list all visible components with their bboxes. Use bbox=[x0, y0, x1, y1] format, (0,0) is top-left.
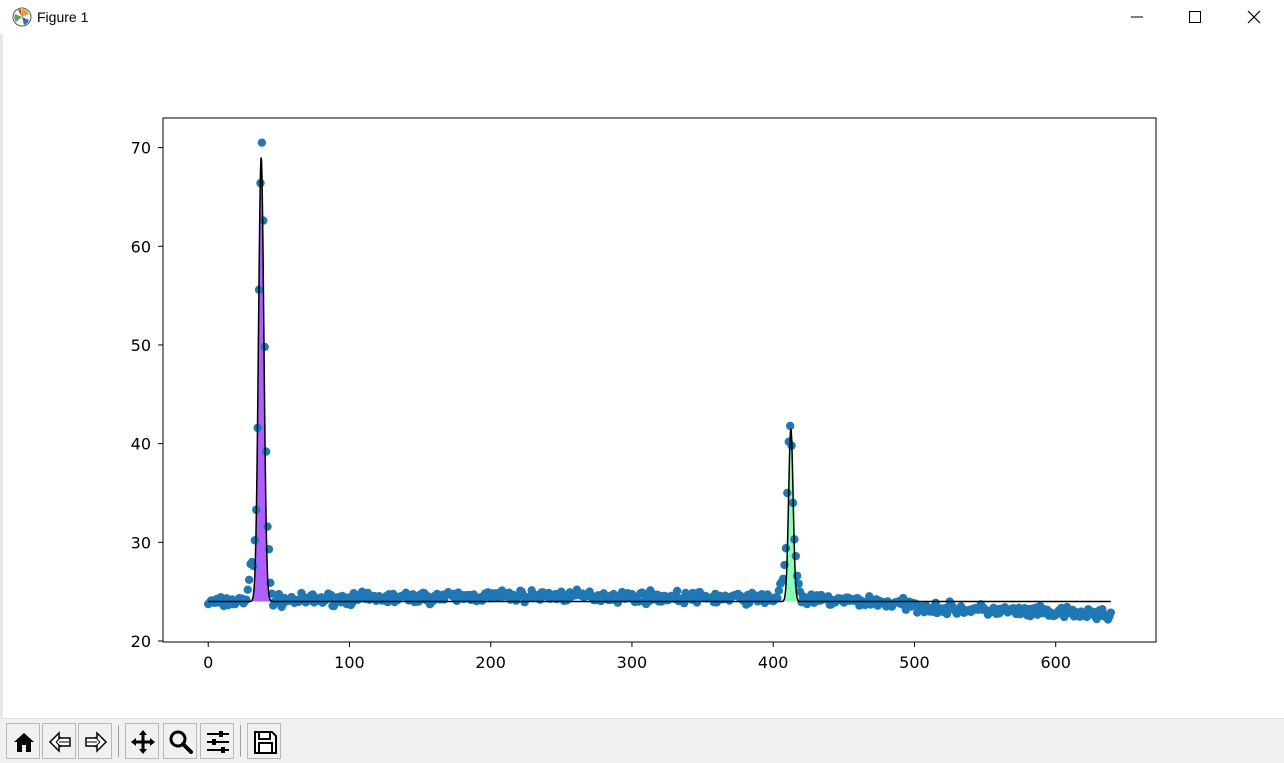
configure-subplots-button[interactable] bbox=[200, 723, 234, 759]
zoom-icon bbox=[169, 730, 193, 754]
forward-arrow-icon bbox=[85, 731, 108, 753]
fit-curve-group bbox=[208, 157, 1111, 603]
x-tick-label: 300 bbox=[617, 653, 648, 672]
scatter-point bbox=[942, 609, 952, 619]
maximize-icon bbox=[1189, 11, 1201, 23]
axes-frame bbox=[162, 117, 1157, 643]
window-title: Figure 1 bbox=[37, 9, 89, 25]
minimize-button[interactable] bbox=[1108, 0, 1166, 34]
x-tick-label: 400 bbox=[758, 653, 789, 672]
scatter-point bbox=[774, 586, 784, 595]
toolbar-separator bbox=[240, 725, 241, 757]
zoom-button[interactable] bbox=[163, 723, 197, 759]
home-icon bbox=[14, 733, 34, 752]
maximize-button[interactable] bbox=[1166, 0, 1224, 34]
scatter-point bbox=[242, 595, 251, 604]
scatter-point bbox=[791, 551, 801, 561]
x-tick-label: 0 bbox=[203, 653, 213, 672]
matplotlib-logo-icon bbox=[12, 7, 32, 27]
scatter-point bbox=[263, 522, 272, 531]
scatter-point bbox=[249, 561, 258, 571]
y-tick-label: 70 bbox=[131, 139, 151, 158]
forward-button[interactable] bbox=[78, 723, 112, 759]
x-tick-label: 500 bbox=[899, 653, 930, 672]
y-tick-label: 60 bbox=[131, 237, 151, 256]
close-icon bbox=[1247, 10, 1261, 24]
save-icon bbox=[254, 731, 277, 754]
scatter-point bbox=[793, 571, 802, 581]
pan-button[interactable] bbox=[125, 723, 159, 759]
y-tick-label: 50 bbox=[131, 336, 151, 355]
scatter-point bbox=[783, 488, 792, 498]
y-tick-label: 30 bbox=[131, 533, 151, 552]
configure-subplots-icon bbox=[207, 731, 229, 753]
back-arrow-icon bbox=[48, 731, 71, 753]
y-tick-label: 20 bbox=[131, 632, 151, 651]
close-button[interactable] bbox=[1225, 0, 1283, 34]
fit-curve bbox=[208, 157, 1111, 603]
scatter-point bbox=[244, 575, 254, 585]
x-tick-label: 600 bbox=[1040, 653, 1071, 672]
scatter-point bbox=[1106, 608, 1116, 617]
y-tick-label: 40 bbox=[131, 435, 151, 454]
scatter-point bbox=[250, 536, 260, 545]
scatter-points bbox=[204, 138, 1116, 624]
scatter-point bbox=[257, 138, 267, 147]
save-button[interactable] bbox=[247, 723, 281, 759]
x-axis: 0 100 200 300 400 500 600 bbox=[203, 642, 1071, 672]
window-titlebar: Figure 1 bbox=[0, 0, 1284, 34]
navigation-toolbar bbox=[0, 718, 1284, 763]
scatter-point bbox=[243, 585, 252, 594]
scatter-point bbox=[672, 586, 682, 596]
x-tick-label: 200 bbox=[475, 653, 506, 672]
scatter-point bbox=[261, 447, 271, 456]
minimize-icon bbox=[1131, 16, 1143, 18]
back-button[interactable] bbox=[42, 723, 76, 759]
figure-canvas[interactable]: 0 100 200 300 400 500 600 20 30 40 50 60 70 bbox=[0, 34, 1284, 718]
toolbar-separator bbox=[118, 725, 119, 757]
pan-icon bbox=[131, 730, 155, 754]
x-tick-label: 100 bbox=[334, 653, 365, 672]
home-button[interactable] bbox=[6, 723, 40, 759]
peak-fills bbox=[247, 157, 803, 602]
scatter-point bbox=[781, 544, 791, 553]
y-axis: 20 30 40 50 60 70 bbox=[131, 139, 163, 651]
